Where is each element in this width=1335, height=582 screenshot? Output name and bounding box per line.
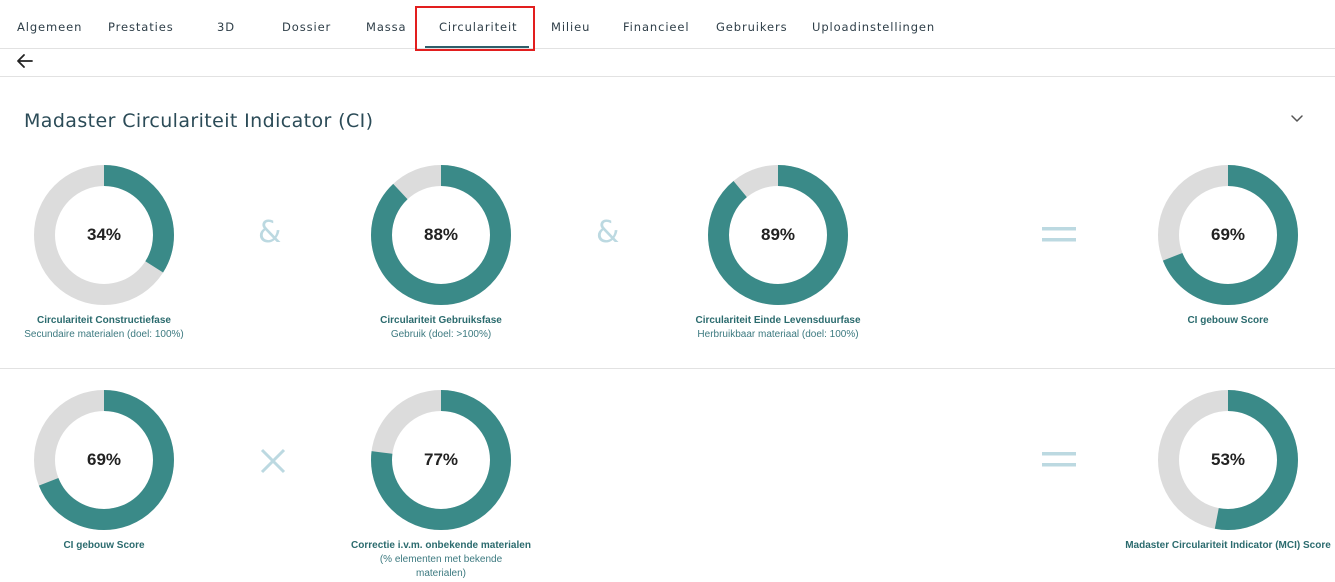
tab-highlight-box (415, 6, 535, 51)
caption-title: Circulariteit Constructiefase (37, 315, 171, 326)
tab-gebruikers[interactable]: Gebruikers (716, 20, 788, 34)
section-title: Madaster Circulariteit Indicator (CI) (24, 110, 374, 132)
caption-title: CI gebouw Score (63, 540, 145, 551)
caption-ci-score: CI gebouw Score (1098, 314, 1335, 328)
donut-percentage: 69% (1210, 225, 1246, 244)
donut-percentage: 88% (423, 225, 459, 244)
donut-percentage: 34% (86, 225, 122, 244)
ampersand-operator: & (258, 215, 282, 250)
tab-massa[interactable]: Massa (366, 20, 407, 34)
caption-construction: Circulariteit Constructiefase Secundaire… (0, 314, 234, 342)
donut-use-phase: 88% (371, 165, 511, 305)
donut-correction: 77% (371, 390, 511, 530)
multiply-icon (260, 448, 286, 478)
tab-dossier[interactable]: Dossier (282, 20, 331, 34)
tab-milieu[interactable]: Milieu (551, 20, 590, 34)
caption-subtitle: (% elementen met bekende materialen) (379, 554, 503, 579)
tab-uploadinstellingen[interactable]: Uploadinstellingen (812, 20, 935, 34)
tab-algemeen[interactable]: Algemeen (17, 20, 82, 34)
caption-title: Madaster Circulariteit Indicator (MCI) S… (1125, 540, 1331, 551)
tab-financieel[interactable]: Financieel (623, 20, 689, 34)
donut-percentage: 53% (1210, 450, 1246, 469)
ampersand-operator: & (596, 215, 620, 250)
caption-subtitle: Herbruikbaar materiaal (doel: 100%) (697, 329, 859, 340)
donut-end-of-life: 89% (708, 165, 848, 305)
tab-3d[interactable]: 3D (217, 20, 235, 34)
donut-percentage: 77% (423, 450, 459, 469)
caption-mci-score: Madaster Circulariteit Indicator (MCI) S… (1098, 539, 1335, 553)
equals-icon (1042, 449, 1076, 475)
caption-title: Circulariteit Gebruiksfase (380, 315, 502, 326)
donut-ci-score-2: 69% (34, 390, 174, 530)
back-arrow-icon[interactable] (14, 51, 36, 71)
caption-title: Circulariteit Einde Levensduurfase (695, 315, 861, 326)
caption-ci-score-2: CI gebouw Score (0, 539, 234, 553)
tab-bar: Algemeen Prestaties 3D Dossier Massa Cir… (0, 0, 1335, 49)
divider (0, 76, 1335, 77)
chevron-down-icon[interactable] (1289, 110, 1305, 122)
caption-title: CI gebouw Score (1187, 315, 1269, 326)
tab-prestaties[interactable]: Prestaties (108, 20, 174, 34)
caption-end-of-life: Circulariteit Einde Levensduurfase Herbr… (648, 314, 908, 342)
donut-construction: 34% (34, 165, 174, 305)
caption-subtitle: Secundaire materialen (doel: 100%) (24, 329, 184, 340)
donut-percentage: 89% (760, 225, 796, 244)
donut-ci-score: 69% (1158, 165, 1298, 305)
caption-use-phase: Circulariteit Gebruiksfase Gebruik (doel… (311, 314, 571, 342)
divider (0, 368, 1335, 369)
equals-icon (1042, 224, 1076, 250)
donut-mci-score: 53% (1158, 390, 1298, 530)
caption-subtitle: Gebruik (doel: >100%) (390, 329, 492, 340)
donut-percentage: 69% (86, 450, 122, 469)
caption-correction: Correctie i.v.m. onbekende materialen (%… (311, 539, 571, 581)
caption-title: Correctie i.v.m. onbekende materialen (351, 540, 531, 551)
